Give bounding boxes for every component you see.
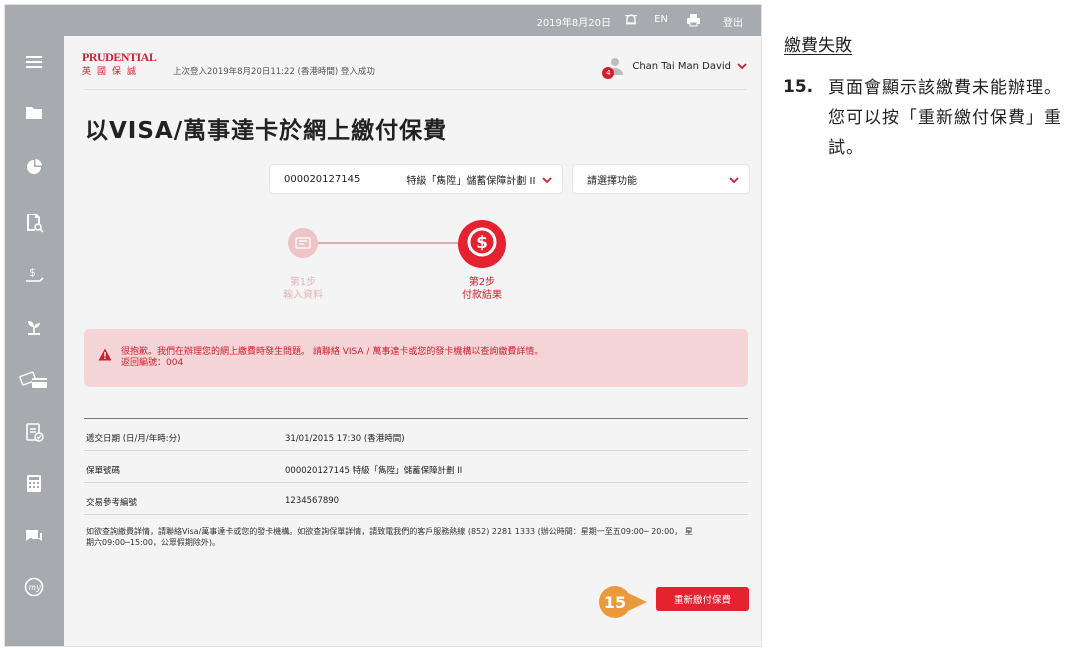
policy-number-label: 保單號碼: [86, 466, 121, 476]
submit-date-value: 31/01/2015 17:30 (香港時間): [285, 434, 405, 444]
app-screenshot: $ my 2019年8月20日 EN 登出 PRUDENTIAL 英國保誠 上次…: [4, 4, 762, 647]
policy-number: 000020127145: [284, 173, 361, 185]
chevron-down-icon: [542, 171, 552, 186]
step1-label: 第1步 輸入資料: [273, 276, 333, 302]
user-avatar-icon: 4: [602, 57, 624, 79]
step2-indicator: $: [458, 220, 506, 268]
payment-card-icon[interactable]: [17, 367, 51, 393]
language-toggle[interactable]: EN: [654, 14, 668, 25]
step1-number: 第1步: [289, 277, 317, 288]
dollar-hand-icon[interactable]: $: [21, 262, 47, 288]
footnote-line1: 如欲查詢繳費詳情，請聯絡Visa/萬事達卡或您的發卡機構。如欲查詢保單詳情，請致…: [86, 527, 693, 536]
function-select[interactable]: 請選擇功能: [572, 164, 750, 194]
warning-icon: [98, 346, 112, 361]
user-name: Chan Tai Man David: [632, 60, 731, 72]
svg-text:$: $: [476, 233, 488, 253]
current-date: 2019年8月20日: [536, 18, 611, 29]
function-select-value: 請選擇功能: [587, 175, 637, 187]
policy-select[interactable]: 000020127145 特級「雋陞」儲蓄保障計劃 II: [269, 164, 563, 194]
reference-number-value: 1234567890: [285, 496, 340, 506]
clipboard-check-icon[interactable]: [21, 419, 47, 445]
notification-count-badge: 4: [602, 67, 615, 79]
table-row: 遞交日期 (日/月/年時:分) 31/01/2015 17:30 (香港時間): [84, 419, 748, 451]
notification-bell-icon[interactable]: [624, 13, 638, 27]
submit-date-label: 遞交日期 (日/月/年時:分): [86, 434, 181, 444]
prudential-logo[interactable]: PRUDENTIAL 英國保誠: [82, 50, 182, 78]
folder-icon[interactable]: [21, 99, 47, 125]
pie-chart-icon[interactable]: [21, 154, 47, 180]
header-divider: [84, 89, 747, 90]
chat-icon[interactable]: [21, 523, 47, 549]
transaction-details-table: 遞交日期 (日/月/年時:分) 31/01/2015 17:30 (香港時間) …: [84, 418, 748, 515]
calculator-icon[interactable]: [21, 470, 47, 496]
aside-step-number: 15.: [783, 77, 814, 97]
form-icon: [295, 234, 311, 253]
table-row: 保單號碼 000020127145 特級「雋陞」儲蓄保障計劃 II: [84, 451, 748, 483]
aside-step-text: 頁面會顯示該繳費未能辦理。您可以按「重新繳付保費」重試。: [828, 78, 1062, 158]
enquiry-footnote: 如欲查詢繳費詳情，請聯絡Visa/萬事達卡或您的發卡機構。如欲查詢保單詳情，請致…: [86, 526, 750, 548]
retry-payment-button[interactable]: 重新繳付保費: [656, 587, 749, 611]
table-row: 交易參考編號 1234567890: [84, 483, 748, 515]
step1-indicator: [288, 228, 318, 258]
step-connector: [318, 242, 461, 244]
svg-text:my: my: [29, 583, 42, 592]
logout-link[interactable]: 登出: [723, 14, 743, 29]
top-bar: 2019年8月20日 EN 登出: [64, 5, 761, 36]
last-login-info: 上次登入2019年8月20日11:22 (香港時間) 登入成功: [173, 67, 375, 77]
menu-icon[interactable]: [21, 49, 47, 75]
document-search-icon[interactable]: [21, 209, 47, 235]
page-title: 以VISA/萬事達卡於網上繳付保費: [85, 118, 448, 144]
sidebar: $ my: [5, 5, 64, 646]
error-message: 很抱歉。我們在辦理您的網上繳費時發生問題。 請聯絡 VISA / 萬事達卡或您的…: [121, 347, 544, 357]
refund-dollar-icon: $: [465, 225, 499, 263]
step1-name: 輸入資料: [283, 290, 323, 301]
logo-text: PRUDENTIAL: [82, 50, 157, 64]
step2-number: 第2步: [468, 277, 496, 288]
svg-text:$: $: [29, 266, 36, 279]
callout-number: 15: [604, 593, 626, 612]
policy-number-value: 000020127145 特級「雋陞」儲蓄保障計劃 II: [285, 466, 463, 476]
aside-heading: 繳費失敗: [784, 36, 852, 56]
reference-number-label: 交易參考編號: [86, 498, 138, 508]
step2-name: 付款結果: [462, 290, 502, 301]
chevron-down-icon: [737, 61, 747, 72]
error-return-code: 返回編號：004: [121, 358, 184, 368]
step-callout-badge: 15: [598, 585, 648, 619]
payment-error-alert: 很抱歉。我們在辦理您的網上繳費時發生問題。 請聯絡 VISA / 萬事達卡或您的…: [84, 329, 748, 387]
plant-icon[interactable]: [21, 314, 47, 340]
footnote-line2: 期六09:00─15:00，公眾假期除外)。: [86, 538, 221, 547]
user-menu[interactable]: 4 Chan Tai Man David: [602, 57, 747, 79]
my-icon[interactable]: my: [21, 574, 47, 600]
chevron-down-icon: [729, 171, 739, 186]
policy-plan-name: 特級「雋陞」儲蓄保障計劃 II: [406, 175, 536, 187]
print-icon[interactable]: [686, 13, 701, 27]
logo-cn-text: 英國保誠: [82, 67, 143, 77]
step2-label: 第2步 付款結果: [452, 276, 512, 302]
